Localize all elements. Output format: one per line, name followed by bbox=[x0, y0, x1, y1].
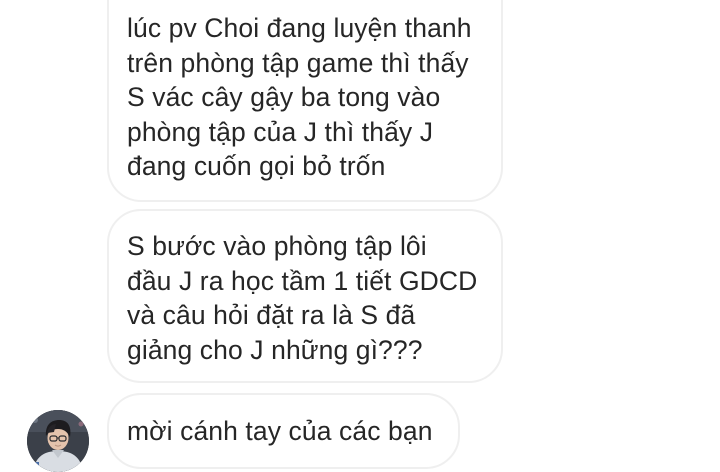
message-line: và câu hỏi đặt ra là S đã bbox=[127, 300, 416, 330]
message-bubble[interactable]: S bước vào phòng tập lôi đầu J ra học tầ… bbox=[107, 209, 503, 383]
message-line: trên phòng tập game thì thấy bbox=[127, 47, 469, 78]
message-line: S vác cây gậy ba tong vào bbox=[127, 82, 441, 112]
message-line: giảng cho J những gì??? bbox=[127, 334, 423, 365]
message-line: đang cuốn gọi bỏ trốn bbox=[127, 151, 386, 181]
message-text: S bước vào phòng tập lôi đầu J ra học tầ… bbox=[109, 229, 501, 367]
message-line: mời cánh tay của các bạn bbox=[127, 416, 433, 446]
message-line: phòng tập của J thì thấy J bbox=[127, 116, 434, 147]
message-bubble[interactable]: lúc pv Choi đang luyện thanh trên phòng … bbox=[107, 0, 503, 202]
message-line: lúc pv Choi đang luyện thanh bbox=[127, 13, 472, 43]
message-text: mời cánh tay của các bạn bbox=[109, 414, 458, 449]
message-line: đầu J ra học tầm 1 tiết GDCD bbox=[127, 265, 478, 296]
message-bubble[interactable]: mời cánh tay của các bạn bbox=[107, 393, 460, 469]
sender-avatar[interactable] bbox=[27, 410, 89, 472]
message-text: lúc pv Choi đang luyện thanh trên phòng … bbox=[109, 11, 501, 184]
sender-profile-photo-icon bbox=[27, 410, 89, 472]
message-thread: lúc pv Choi đang luyện thanh trên phòng … bbox=[0, 0, 720, 472]
message-line: S bước vào phòng tập lôi bbox=[127, 231, 427, 261]
